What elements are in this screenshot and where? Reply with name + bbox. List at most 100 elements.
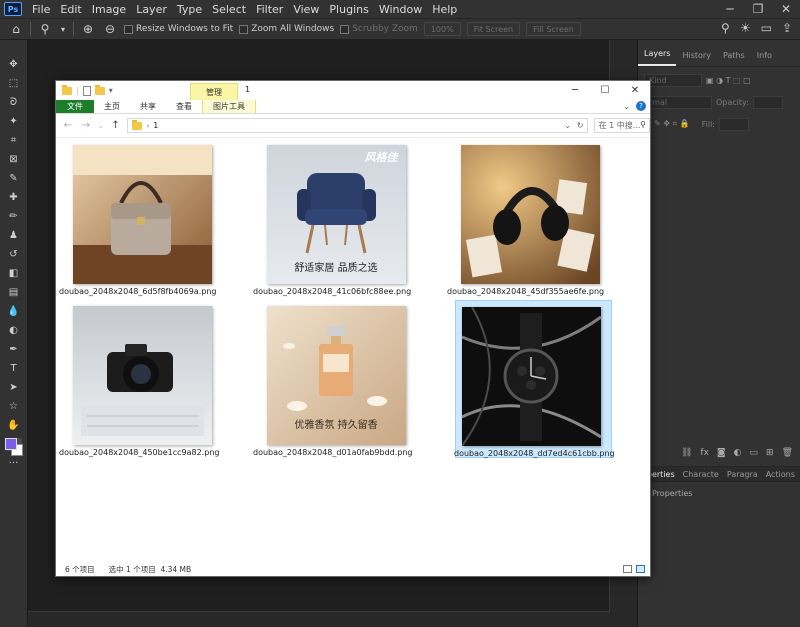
lightbulb-icon[interactable]: ☀ [740,21,751,35]
fill-field[interactable] [719,117,749,131]
refresh-icon[interactable]: ↻ [577,121,584,130]
details-view-icon[interactable] [623,565,632,573]
marquee-tool-icon[interactable]: ⬚ [6,77,22,90]
tab-picture-tools[interactable]: 图片工具 [202,100,256,113]
more-tools-icon[interactable]: ··· [6,457,22,470]
file-tile[interactable]: doubao_2048x2048_45df355ae6fe.png [447,139,604,297]
minimize-icon[interactable]: ─ [716,0,744,18]
zoom-100-button[interactable]: 100% [423,22,461,36]
menu-plugins[interactable]: Plugins [324,3,373,16]
menu-view[interactable]: View [288,3,324,16]
menu-type[interactable]: Type [172,3,207,16]
crop-tool-icon[interactable]: ⌗ [6,134,22,147]
mask-icon[interactable]: ◙ [717,448,726,458]
chevron-down-icon[interactable]: ▾ [109,86,113,95]
chevron-down-icon[interactable]: ⌄ [623,102,630,111]
properties-icon[interactable] [82,85,91,96]
fill-screen-button[interactable]: Fill Screen [526,22,581,36]
menu-help[interactable]: Help [427,3,462,16]
manage-context-tab[interactable]: 管理 [190,83,238,100]
stamp-tool-icon[interactable]: ♟ [6,229,22,242]
address-bar[interactable]: › 1 ⌄ ↻ [127,118,588,133]
home-icon[interactable]: ⌂ [8,21,24,37]
file-tile[interactable]: 优雅香氛 持久留香 doubao_2048x2048_d01a0fab9bdd.… [253,300,413,458]
large-icons-view-icon[interactable] [636,565,645,573]
tab-paths[interactable]: Paths [717,51,751,66]
path-selection-tool-icon[interactable]: ➤ [6,381,22,394]
pen-tool-icon[interactable]: ✒ [6,343,22,356]
zoom-in-icon[interactable]: ⊕ [80,21,96,37]
forward-arrow-icon[interactable]: → [80,120,92,131]
new-layer-icon[interactable]: ⊞ [766,448,774,458]
group-icon[interactable]: ▭ [750,448,759,458]
brush-tool-icon[interactable]: ✏ [6,210,22,223]
menu-select[interactable]: Select [207,3,251,16]
search-icon[interactable]: ⚲ [721,21,730,35]
hand-tool-icon[interactable]: ✋ [6,419,22,432]
move-tool-icon[interactable]: ✥ [6,58,22,71]
scrubby-zoom-checkbox[interactable]: Scrubby Zoom [340,24,418,34]
history-brush-tool-icon[interactable]: ↺ [6,248,22,261]
menu-filter[interactable]: Filter [251,3,288,16]
restore-icon[interactable]: ❐ [744,0,772,18]
resize-windows-checkbox[interactable]: Resize Windows to Fit [124,24,233,34]
lasso-tool-icon[interactable]: ᘐ [6,96,22,109]
chevron-right-icon[interactable]: › [146,122,149,130]
delete-icon[interactable]: 🗑 [782,448,793,458]
magic-wand-tool-icon[interactable]: ✦ [6,115,22,128]
adjustment-icon[interactable]: ◐ [734,448,742,458]
tab-share[interactable]: 共享 [130,100,166,113]
tab-history[interactable]: History [676,51,716,66]
tab-file[interactable]: 文件 [56,100,94,113]
menu-layer[interactable]: Layer [131,3,172,16]
chevron-down-icon[interactable]: ⌄ [564,121,571,130]
eraser-tool-icon[interactable]: ◧ [6,267,22,280]
healing-brush-tool-icon[interactable]: ✚ [6,191,22,204]
help-icon[interactable]: ? [636,101,646,111]
gradient-tool-icon[interactable]: ▤ [6,286,22,299]
menu-image[interactable]: Image [87,3,131,16]
up-arrow-icon[interactable]: ↑ [110,120,122,131]
blend-mode-select[interactable]: rmal [644,95,712,109]
maximize-icon[interactable]: ☐ [590,81,620,100]
menu-edit[interactable]: Edit [55,3,86,16]
zoom-tool-icon[interactable]: ⚲ [37,21,53,37]
type-tool-icon[interactable]: T [6,362,22,375]
opacity-field[interactable] [752,95,783,109]
kind-filter-select[interactable]: Kind [644,73,702,87]
tab-home[interactable]: 主页 [94,100,130,113]
file-tile[interactable]: 风格佳 舒适家居 品质之选 doubao_2048x2048_41c06bfc8… [253,139,411,297]
zoom-all-checkbox[interactable]: Zoom All Windows [239,24,334,34]
tab-view[interactable]: 查看 [166,100,202,113]
tab-character[interactable]: Characte [679,470,723,479]
tab-actions[interactable]: Actions [762,470,799,479]
dodge-tool-icon[interactable]: ◐ [6,324,22,337]
search-input[interactable]: 在 1 中搜... ⚲ [593,118,650,133]
chevron-down-icon[interactable]: ▾ [59,21,67,37]
chevron-down-icon[interactable]: ⌄ [98,122,104,130]
menu-window[interactable]: Window [374,3,427,16]
back-arrow-icon[interactable]: ← [62,120,74,131]
file-tile[interactable]: doubao_2048x2048_450be1cc9a82.png [59,300,219,458]
minimize-icon[interactable]: ─ [560,81,590,100]
foreground-color-swatch[interactable] [5,438,17,450]
new-folder-icon[interactable] [94,84,105,95]
fit-screen-button[interactable]: Fit Screen [466,22,521,36]
fx-icon[interactable]: fx [700,448,709,458]
blur-tool-icon[interactable]: 💧 [6,305,22,318]
close-icon[interactable]: ✕ [772,0,800,18]
file-tile[interactable]: doubao_2048x2048_6d5f8fb4069a.png [59,139,216,297]
workspace-icon[interactable]: ▭ [761,21,772,35]
tab-paragraph[interactable]: Paragra [723,470,762,479]
tab-layers[interactable]: Layers [638,49,677,66]
zoom-out-icon[interactable]: ⊖ [102,21,118,37]
menu-file[interactable]: File [27,3,55,16]
link-icon[interactable]: ⛓ [681,448,692,458]
close-icon[interactable]: ✕ [620,81,650,100]
shape-tool-icon[interactable]: ☆ [6,400,22,413]
tab-info[interactable]: Info [751,51,778,66]
eyedropper-tool-icon[interactable]: ✎ [6,172,22,185]
share-icon[interactable]: ⇪ [782,21,792,35]
search-icon[interactable]: ⚲ [640,120,646,129]
frame-tool-icon[interactable]: ⊠ [6,153,22,166]
